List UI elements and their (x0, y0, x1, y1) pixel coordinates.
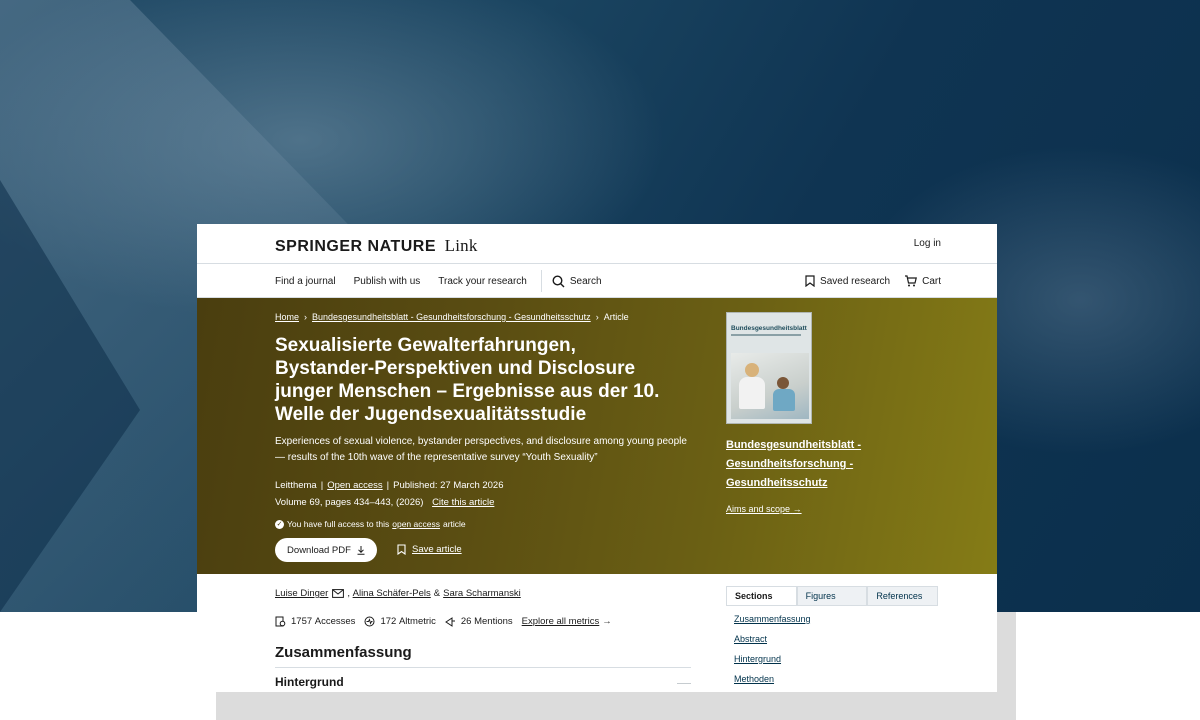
article-type: Leitthema (275, 480, 317, 491)
sidebar-tabs: Sections Figures References (726, 586, 939, 606)
check-icon: ✓ (275, 519, 284, 529)
published-date: Published: 27 March 2026 (393, 480, 504, 491)
nav-divider (540, 270, 542, 292)
access-suffix: article (442, 519, 466, 529)
author-link[interactable]: Sara Scharmanski (443, 588, 521, 599)
author-ampersand: & (433, 588, 441, 599)
breadcrumb: Home › Bundesgesundheitsblatt - Gesundhe… (275, 312, 629, 322)
section-link[interactable]: Hintergrund (734, 654, 811, 664)
saved-research-link[interactable]: Saved research (805, 275, 890, 287)
journal-name-link[interactable]: Bundesgesundheitsblatt - Gesundheitsfors… (726, 436, 886, 493)
subsection-heading[interactable]: Hintergrund (275, 675, 344, 689)
section-link[interactable]: Zusammenfassung (734, 614, 811, 624)
article-subtitle: Experiences of sexual violence, bystande… (275, 436, 687, 463)
main-nav: Find a journal Publish with us Track you… (197, 264, 997, 298)
article-metrics: 1757 Accesses 172 Altmetric 26 Mentions … (275, 616, 621, 627)
cart-link[interactable]: Cart (904, 275, 941, 287)
accesses-icon (275, 616, 286, 627)
cart-icon (905, 275, 918, 287)
volume-info: Volume 69, pages 434–443, (2026) (275, 497, 424, 508)
breadcrumb-current: Article (603, 312, 629, 322)
aims-scope-link[interactable]: Aims and scope → (726, 504, 802, 514)
mentions-metric: 26 Mentions (444, 616, 513, 627)
brand-light: Link (444, 236, 478, 255)
save-article-label: Save article (412, 544, 462, 555)
journal-cover-image[interactable]: Bundesgesundheitsblatt (726, 312, 812, 424)
tab-sections[interactable]: Sections (726, 586, 797, 605)
altmetric-metric: 172 Altmetric (364, 616, 436, 627)
search-icon (552, 274, 565, 287)
cart-label: Cart (922, 275, 941, 287)
article-meta: Leitthema | Open access | Published: 27 Marc… (275, 480, 504, 491)
download-pdf-label: Download PDF (287, 544, 351, 556)
accesses-metric: 1757 Accesses (275, 616, 355, 627)
section-heading: Zusammenfassung (275, 644, 412, 661)
login-link[interactable]: Log in (914, 238, 941, 249)
aims-scope-label: Aims and scope (726, 504, 791, 514)
breadcrumb-home[interactable]: Home (275, 312, 299, 322)
collapse-icon[interactable] (677, 683, 691, 684)
breadcrumb-journal[interactable]: Bundesgesundheitsblatt - Gesundheitsfors… (312, 312, 591, 322)
search-button[interactable]: Search (552, 274, 620, 288)
sections-list: Zusammenfassung Abstract Hintergrund Met… (734, 614, 811, 692)
brand-logo[interactable]: SPRINGER NATURE Link (275, 236, 478, 256)
mentions-icon (444, 617, 455, 627)
cover-title: Bundesgesundheitsblatt (731, 325, 807, 332)
arrow-right-icon: → (602, 616, 612, 627)
download-icon (357, 545, 365, 555)
article-title: Sexualisierte Gewalterfahrungen, Bystand… (275, 335, 660, 425)
divider (275, 667, 691, 668)
access-open-access-link[interactable]: open access (392, 519, 440, 529)
arrow-right-icon: → (792, 504, 802, 514)
open-access-link[interactable]: Open access (327, 480, 382, 491)
bookmark-icon (805, 275, 815, 287)
mail-icon[interactable] (332, 589, 345, 598)
altmetric-icon (364, 616, 375, 627)
save-article-button[interactable]: Save article (397, 544, 462, 555)
author-link[interactable]: Alina Schäfer-Pels (353, 588, 431, 599)
browser-page: SPRINGER NATURE Link Log in Find a journ… (197, 224, 997, 692)
section-link[interactable]: Methoden (734, 674, 811, 684)
explore-metrics-link[interactable]: Explore all metrics → (522, 616, 612, 627)
tab-figures[interactable]: Figures (796, 586, 868, 605)
nav-track-research[interactable]: Track your research (438, 276, 527, 287)
chevron-right-icon: › (595, 312, 599, 322)
nav-find-journal[interactable]: Find a journal (275, 276, 336, 287)
section-link[interactable]: Abstract (734, 634, 811, 644)
bookmark-icon (397, 544, 406, 555)
access-prefix: You have full access to this (287, 519, 390, 529)
author-link[interactable]: Luise Dinger (275, 588, 328, 599)
download-pdf-button[interactable]: Download PDF (275, 538, 377, 562)
search-label: Search (569, 275, 602, 287)
article-volume-row: Volume 69, pages 434–443, (2026) Cite th… (275, 497, 494, 508)
tab-references[interactable]: References (867, 586, 939, 605)
site-header: SPRINGER NATURE Link Log in (197, 224, 997, 264)
saved-research-label: Saved research (820, 275, 891, 287)
chevron-right-icon: › (304, 312, 308, 322)
nav-publish[interactable]: Publish with us (354, 276, 421, 287)
brand-bold: SPRINGER NATURE (275, 238, 436, 255)
article-hero: Home › Bundesgesundheitsblatt - Gesundhe… (197, 298, 997, 574)
access-notice: ✓ You have full access to this open acce… (275, 519, 466, 529)
author-list: Luise Dinger , Alina Schäfer-Pels & Sara… (275, 588, 521, 599)
cite-article-link[interactable]: Cite this article (432, 497, 494, 508)
cover-photo (731, 353, 809, 419)
